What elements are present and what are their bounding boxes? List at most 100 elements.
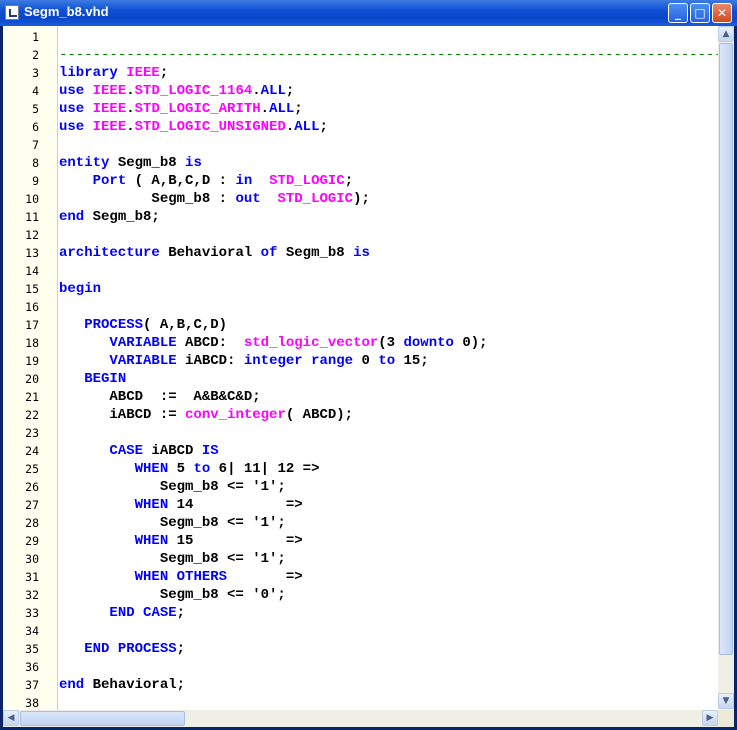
- keyword-token: range: [311, 353, 354, 369]
- text-token: (3: [378, 335, 404, 351]
- keyword-token: BEGIN: [84, 371, 127, 387]
- type-token: IEEE: [92, 119, 127, 135]
- type-token: STD_LOGIC_ARITH: [134, 101, 261, 117]
- text-token: ( A,B,C,D): [143, 317, 228, 333]
- maximize-button[interactable]: □: [690, 3, 710, 23]
- keyword-token: WHEN: [134, 497, 169, 513]
- text-token: Behavioral: [159, 245, 261, 261]
- code-line[interactable]: Segm_b8 <= '1';: [59, 479, 286, 495]
- text-token: 14 =>: [168, 497, 303, 513]
- code-line[interactable]: Segm_b8 <= '1';: [59, 515, 286, 531]
- code-line[interactable]: BEGIN: [59, 371, 126, 387]
- keyword-token: library: [59, 65, 118, 81]
- text-token: Segm_b8 <= '1';: [59, 479, 286, 495]
- code-line[interactable]: use IEEE.STD_LOGIC_1164.ALL;: [59, 83, 294, 99]
- vertical-scrollbar[interactable]: ▲ ▼: [718, 26, 734, 710]
- code-line[interactable]: VARIABLE ABCD: std_logic_vector(3 downto…: [59, 335, 487, 351]
- code-line[interactable]: END PROCESS;: [59, 641, 185, 657]
- horizontal-scroll-thumb[interactable]: [20, 711, 185, 726]
- code-line[interactable]: Segm_b8 : out STD_LOGIC);: [59, 191, 370, 207]
- code-line[interactable]: WHEN 14 =>: [59, 497, 303, 513]
- code-line[interactable]: use IEEE.STD_LOGIC_ARITH.ALL;: [59, 101, 303, 117]
- close-button[interactable]: ✕: [712, 3, 732, 23]
- text-token: ;: [294, 101, 303, 117]
- keyword-token: out: [235, 191, 261, 207]
- minimize-button[interactable]: _: [668, 3, 688, 23]
- text-token: .: [126, 119, 135, 135]
- scroll-right-button[interactable]: ▶: [702, 710, 718, 726]
- keyword-token: OTHERS: [176, 569, 228, 585]
- line-number: 24: [25, 444, 39, 458]
- code-line[interactable]: WHEN 5 to 6| 11| 12 =>: [59, 461, 320, 477]
- line-number: 5: [32, 102, 39, 116]
- code-line[interactable]: end Behavioral;: [59, 677, 185, 693]
- text-token: Segm_b8: [277, 245, 354, 261]
- keyword-token: WHEN: [134, 569, 169, 585]
- code-area[interactable]: ----------------------------------------…: [59, 26, 718, 710]
- code-line[interactable]: ABCD := A&B&C&D;: [59, 389, 260, 405]
- text-token: 15 =>: [168, 533, 303, 549]
- vertical-scroll-thumb[interactable]: [719, 43, 733, 655]
- type-token: STD_LOGIC_UNSIGNED: [134, 119, 286, 135]
- keyword-token: VARIABLE: [109, 335, 177, 351]
- keyword-token: END: [109, 605, 135, 621]
- code-line[interactable]: END CASE;: [59, 605, 185, 621]
- text-token: ( A,B,C,D :: [126, 173, 236, 189]
- code-line[interactable]: begin: [59, 281, 101, 297]
- text-token: Segm_b8 <= '1';: [59, 551, 286, 567]
- code-line[interactable]: end Segm_b8;: [59, 209, 160, 225]
- horizontal-scrollbar[interactable]: ◀ ▶: [3, 710, 718, 727]
- line-number: 27: [25, 498, 39, 512]
- code-line[interactable]: library IEEE;: [59, 65, 168, 81]
- keyword-token: CASE: [109, 443, 144, 459]
- text-token: Segm_b8 <= '1';: [59, 515, 286, 531]
- line-number-gutter: 1 2 3 4 5 6 7 8 9 10 11 12 13 14 15 16 17 18 19 20 21 22 23 24 2…: [3, 26, 58, 710]
- keyword-token: END: [84, 641, 110, 657]
- type-token: STD_LOGIC: [277, 191, 354, 207]
- type-token: IEEE: [92, 101, 127, 117]
- code-line[interactable]: use IEEE.STD_LOGIC_UNSIGNED.ALL;: [59, 119, 328, 135]
- text-token: iABCD :=: [59, 407, 186, 423]
- editor-window: Segm_b8.vhd _ □ ✕ 1 2 3 4 5 6 7 8 9 10 11 12 13 14 15 1…: [0, 0, 737, 730]
- keyword-token: architecture: [59, 245, 160, 261]
- keyword-token: to: [378, 353, 396, 369]
- code-line[interactable]: PROCESS( A,B,C,D): [59, 317, 227, 333]
- scroll-down-button[interactable]: ▼: [718, 693, 734, 709]
- document-icon[interactable]: [5, 5, 19, 20]
- line-number: 30: [25, 552, 39, 566]
- code-line[interactable]: entity Segm_b8 is: [59, 155, 202, 171]
- code-editor[interactable]: 1 2 3 4 5 6 7 8 9 10 11 12 13 14 15 16 17 18 19 20 21 22 23 24 2…: [3, 26, 718, 710]
- line-number: 10: [25, 192, 39, 206]
- code-line[interactable]: architecture Behavioral of Segm_b8 is: [59, 245, 370, 261]
- line-number: 20: [25, 372, 39, 386]
- scroll-up-button[interactable]: ▲: [718, 26, 734, 42]
- code-line[interactable]: CASE iABCD IS: [59, 443, 218, 459]
- text-token: =>: [227, 569, 303, 585]
- code-line[interactable]: WHEN 15 =>: [59, 533, 303, 549]
- code-line[interactable]: iABCD := conv_integer( ABCD);: [59, 407, 353, 423]
- text-token: Segm_b8 :: [59, 191, 236, 207]
- code-line[interactable]: Port ( A,B,C,D : in STD_LOGIC;: [59, 173, 353, 189]
- keyword-token: Port: [92, 173, 127, 189]
- text-token: 0: [353, 353, 379, 369]
- code-line[interactable]: ----------------------------------------…: [59, 47, 718, 63]
- code-line[interactable]: WHEN OTHERS =>: [59, 569, 303, 585]
- code-line[interactable]: VARIABLE iABCD: integer range 0 to 15;: [59, 353, 428, 369]
- code-line[interactable]: Segm_b8 <= '0';: [59, 587, 286, 603]
- line-number: 3: [32, 66, 39, 80]
- line-number: 22: [25, 408, 39, 422]
- keyword-token: PROCESS: [117, 641, 177, 657]
- scroll-left-button[interactable]: ◀: [3, 710, 19, 726]
- text-token: 5: [168, 461, 194, 477]
- code-line[interactable]: Segm_b8 <= '1';: [59, 551, 286, 567]
- title-bar[interactable]: Segm_b8.vhd _ □ ✕: [0, 0, 737, 26]
